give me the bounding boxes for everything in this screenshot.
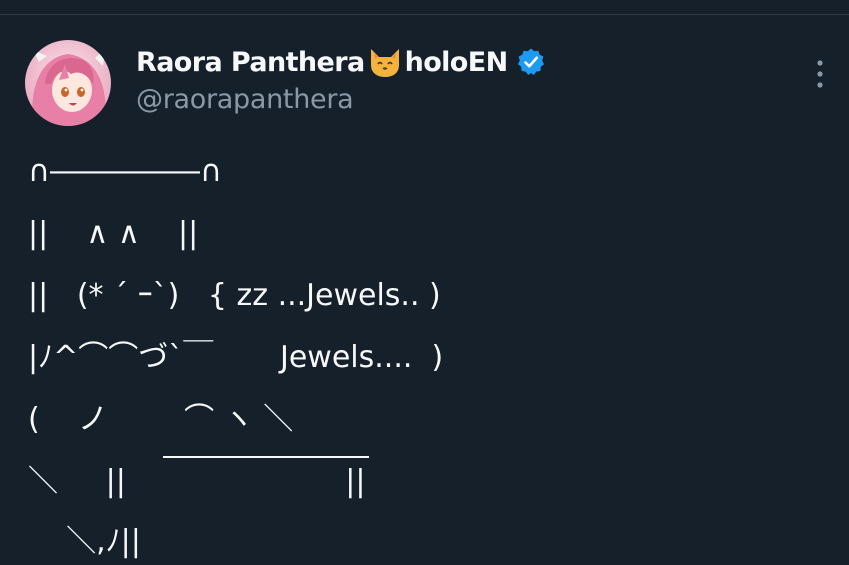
avatar[interactable] <box>25 40 111 126</box>
verified-icon[interactable] <box>516 47 546 77</box>
display-name-suffix[interactable]: holoEN <box>405 47 509 78</box>
tweet-line: ( ノ ⌒ ヽ ＼ <box>28 402 294 437</box>
tweet-line: ＼,ﾉ|| <box>28 524 141 559</box>
blanket-overline <box>163 456 369 458</box>
author-name-row[interactable]: Raora Panthera holoEN <box>136 44 546 80</box>
tweet-line: || ∧ ∧ || <box>28 216 199 251</box>
author-handle[interactable]: @raorapanthera <box>136 84 354 115</box>
display-name[interactable]: Raora Panthera <box>136 47 365 78</box>
cat-face-icon <box>370 49 399 77</box>
tweet-line: || (* ´ ｰ`) { zz ...Jewels.. ) <box>28 278 441 313</box>
tweet-line: ＼ || || <box>28 464 366 499</box>
top-divider <box>0 14 849 15</box>
avatar-icon <box>25 40 111 126</box>
more-vertical-icon[interactable] <box>810 58 830 90</box>
tweet-line: |ﾉ^⌒⌒づ`￣ Jewels.... ) <box>28 340 444 375</box>
tweet-line: ∩―――――∩ <box>28 154 222 189</box>
